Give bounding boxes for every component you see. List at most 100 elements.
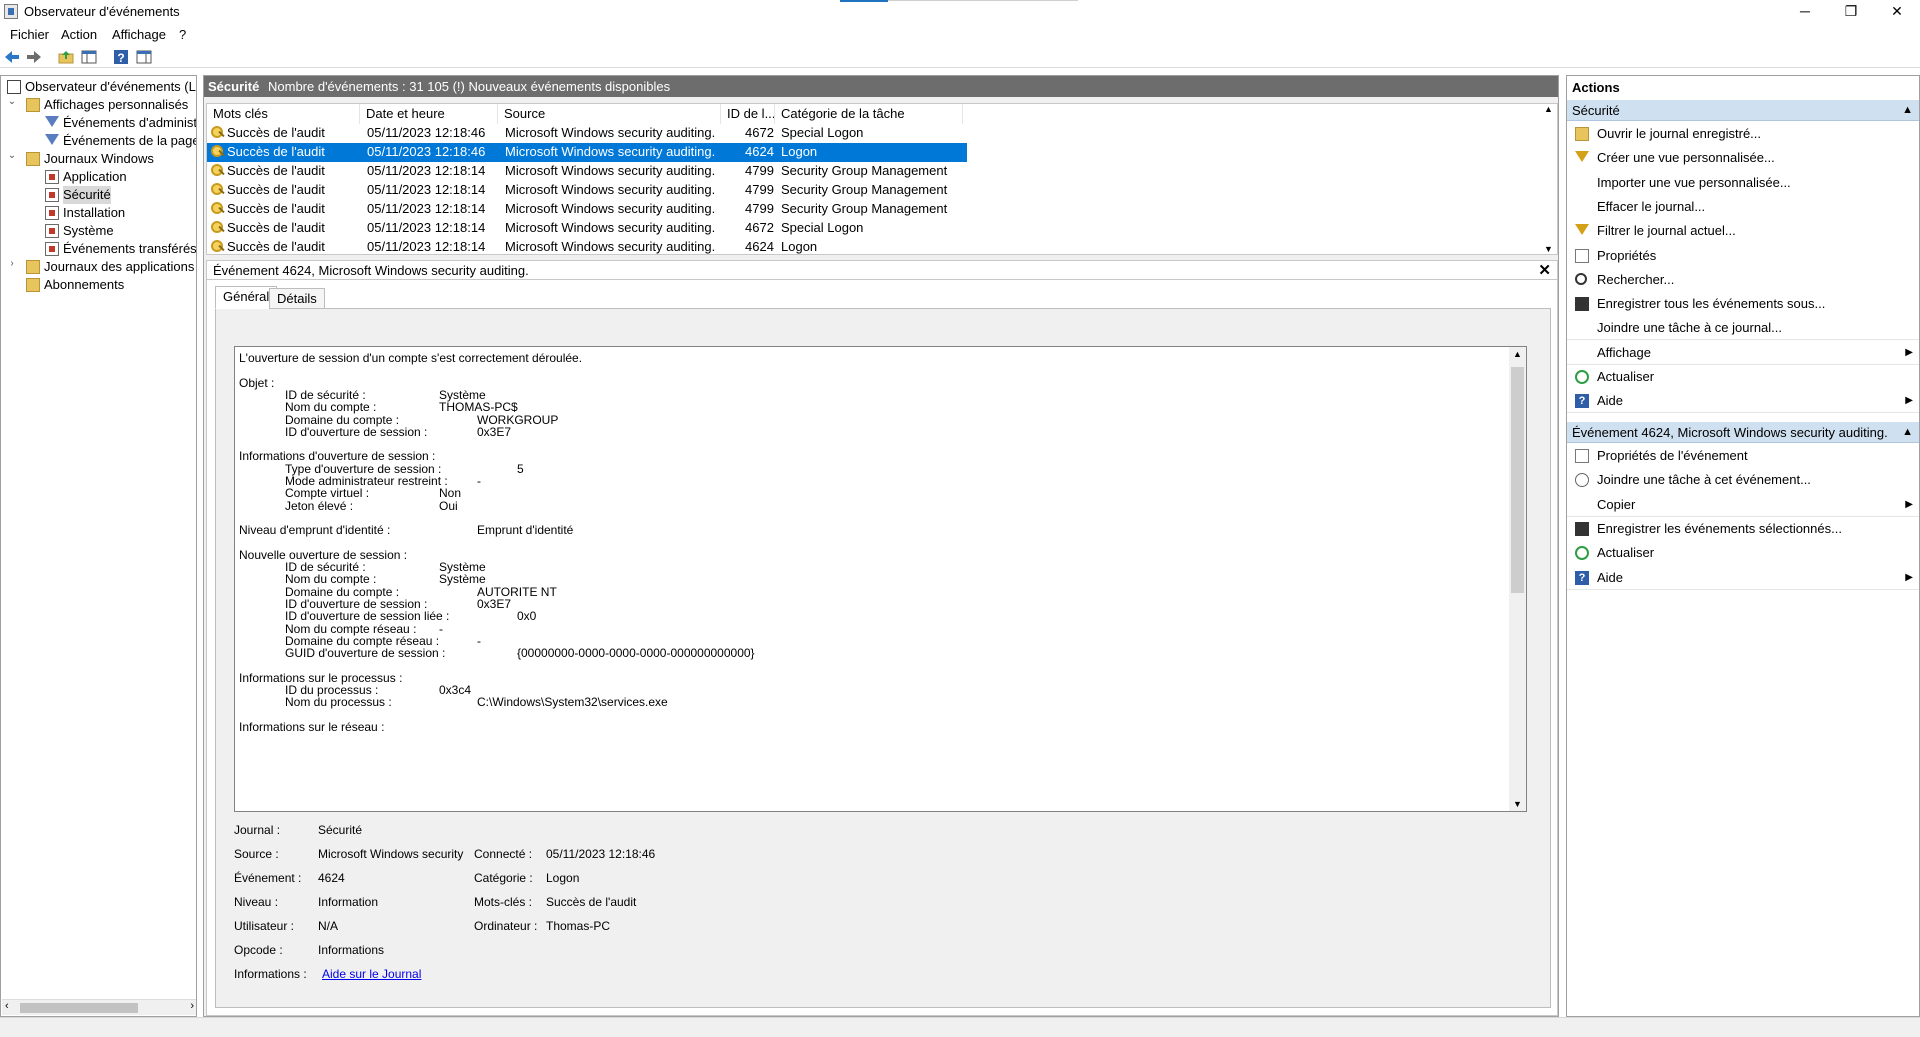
action-item[interactable]: Effacer le journal... — [1567, 195, 1919, 219]
action-item[interactable]: Enregistrer les événements sélectionnés.… — [1567, 517, 1919, 541]
action-item[interactable]: Affichage ▶ — [1567, 341, 1919, 365]
properties-icon — [1575, 449, 1589, 463]
actions-section-security[interactable]: Sécurité ▲ — [1567, 100, 1919, 121]
menu-action[interactable]: Action — [61, 27, 97, 42]
actions-section-event[interactable]: Événement 4624, Microsoft Windows securi… — [1567, 422, 1919, 443]
close-button[interactable]: ✕ — [1874, 0, 1920, 24]
close-detail-icon[interactable]: ✕ — [1538, 261, 1551, 279]
task-icon — [1575, 473, 1589, 488]
prop-value-keywords: Succès de l'audit — [546, 895, 637, 909]
menu-help[interactable]: ? — [179, 27, 186, 42]
help-icon[interactable]: ? — [113, 49, 129, 65]
column-header-event-id[interactable]: ID de l... — [721, 104, 775, 124]
scroll-down-icon[interactable]: ▼ — [1513, 799, 1522, 809]
scroll-right-icon[interactable]: › — [190, 1000, 194, 1012]
action-item[interactable]: Propriétés de l'événement — [1567, 444, 1919, 468]
tab-details[interactable]: Détails — [269, 288, 325, 309]
actions-pane: Actions Sécurité ▲ Ouvrir le journal enr… — [1566, 75, 1920, 1017]
forward-arrow-icon[interactable] — [26, 49, 42, 65]
action-item[interactable]: Rechercher... — [1567, 268, 1919, 292]
table-row[interactable]: Succès de l'audit 05/11/2023 12:18:14 Mi… — [207, 219, 967, 238]
key-icon — [211, 221, 225, 235]
save-icon — [1575, 521, 1589, 536]
action-item[interactable]: Copier ▶ — [1567, 493, 1919, 517]
action-item[interactable]: Filtrer le journal actuel... — [1567, 219, 1919, 243]
back-arrow-icon[interactable] — [4, 49, 20, 65]
description-value: - — [477, 474, 481, 488]
binoculars-icon — [1575, 272, 1587, 285]
prop-label-journal: Journal : — [234, 823, 281, 837]
actions-header: Actions — [1567, 78, 1919, 98]
action-item[interactable]: Actualiser — [1567, 365, 1919, 389]
tree-horizontal-scrollbar[interactable]: ‹ › — [2, 999, 196, 1015]
log-icon — [45, 242, 59, 256]
action-item[interactable]: ? Aide ▶ — [1567, 566, 1919, 590]
description-label: Objet : — [239, 375, 275, 390]
column-header-category[interactable]: Catégorie de la tâche — [775, 104, 963, 124]
scroll-left-icon[interactable]: ‹ — [5, 1000, 9, 1012]
column-header-source[interactable]: Source — [498, 104, 721, 124]
key-icon — [211, 202, 225, 216]
column-header-keywords[interactable]: Mots clés — [207, 104, 360, 124]
restore-button[interactable]: ❐ — [1828, 0, 1874, 24]
action-item[interactable]: Ouvrir le journal enregistré... — [1567, 122, 1919, 146]
main-panel: Sécurité Nombre d'événements : 31 105 (!… — [203, 75, 1559, 1017]
action-item[interactable]: Importer une vue personnalisée... — [1567, 171, 1919, 195]
action-label: Propriétés — [1597, 247, 1657, 263]
events-vertical-scrollbar[interactable]: ▲ ▼ — [1541, 104, 1557, 254]
action-label: Enregistrer les événements sélectionnés.… — [1597, 520, 1842, 536]
scroll-up-icon[interactable]: ▲ — [1544, 104, 1553, 114]
key-icon — [211, 126, 225, 140]
action-item[interactable]: Propriétés — [1567, 244, 1919, 268]
table-row[interactable]: Succès de l'audit 05/11/2023 12:18:14 Mi… — [207, 162, 967, 181]
event-viewer-app-icon — [4, 4, 18, 19]
minimize-button[interactable]: ─ — [1782, 0, 1828, 24]
action-label: Créer une vue personnalisée... — [1597, 150, 1775, 166]
submenu-arrow-icon: ▶ — [1905, 346, 1913, 358]
column-header-date[interactable]: Date et heure — [360, 104, 498, 124]
description-label: Jeton élevé : — [285, 498, 354, 513]
menu-bar: Fichier Action Affichage ? — [0, 24, 1920, 46]
table-row[interactable]: Succès de l'audit 05/11/2023 12:18:46 Mi… — [207, 124, 967, 143]
action-item[interactable]: Enregistrer tous les événements sous... — [1567, 292, 1919, 316]
help-journal-link[interactable]: Aide sur le Journal — [322, 967, 421, 981]
scrollbar-thumb[interactable] — [20, 1003, 138, 1013]
help-icon: ? — [1575, 394, 1589, 409]
refresh-icon — [1575, 546, 1589, 561]
table-row[interactable]: Succès de l'audit 05/11/2023 12:18:14 Mi… — [207, 238, 967, 254]
action-label: Actualiser — [1597, 545, 1655, 561]
table-row[interactable]: Succès de l'audit 05/11/2023 12:18:14 Mi… — [207, 200, 967, 219]
action-item[interactable]: Joindre une tâche à ce journal... — [1567, 316, 1919, 341]
filter-icon — [1575, 224, 1589, 236]
scroll-up-icon[interactable]: ▲ — [1513, 349, 1522, 359]
menu-fichier[interactable]: Fichier — [10, 27, 49, 42]
console-tree: Observateur d'événements (Local) ⌄ Affic… — [0, 75, 197, 1017]
collapse-chevron-icon[interactable]: ⌄ — [7, 150, 17, 168]
table-row-selected[interactable]: Succès de l'audit 05/11/2023 12:18:46 Mi… — [207, 143, 967, 162]
action-item[interactable]: Joindre une tâche à cet événement... — [1567, 468, 1919, 492]
log-icon — [45, 224, 59, 238]
event-detail-title: Événement 4624, Microsoft Windows securi… — [213, 263, 529, 278]
properties-pane-icon[interactable] — [136, 49, 152, 65]
console-tree-icon[interactable] — [81, 49, 97, 65]
action-item[interactable]: ? Aide ▶ — [1567, 389, 1919, 414]
prop-label-connected: Connecté : — [474, 847, 533, 861]
collapse-caret-icon[interactable]: ▲ — [1902, 100, 1913, 121]
prop-label-computer: Ordinateur : — [474, 919, 538, 933]
description-value: 0x3E7 — [477, 424, 512, 439]
folder-up-icon[interactable] — [58, 49, 74, 65]
tab-general[interactable]: Général — [215, 286, 278, 309]
scroll-down-icon[interactable]: ▼ — [1544, 244, 1553, 254]
description-vertical-scrollbar[interactable]: ▲ ▼ — [1509, 347, 1526, 811]
description-value: C:\Windows\System32\services.exe — [477, 695, 668, 710]
menu-affichage[interactable]: Affichage — [112, 27, 166, 42]
description-label: L'ouverture de session d'un compte s'est… — [239, 351, 583, 365]
collapse-caret-icon[interactable]: ▲ — [1902, 422, 1913, 443]
action-item[interactable]: Actualiser — [1567, 541, 1919, 565]
expand-chevron-icon[interactable]: › — [7, 258, 17, 276]
collapse-chevron-icon[interactable]: ⌄ — [7, 96, 17, 114]
save-icon — [1575, 297, 1589, 312]
action-item[interactable]: Créer une vue personnalisée... — [1567, 146, 1919, 170]
scrollbar-thumb[interactable] — [1511, 367, 1524, 593]
table-row[interactable]: Succès de l'audit 05/11/2023 12:18:14 Mi… — [207, 181, 967, 200]
